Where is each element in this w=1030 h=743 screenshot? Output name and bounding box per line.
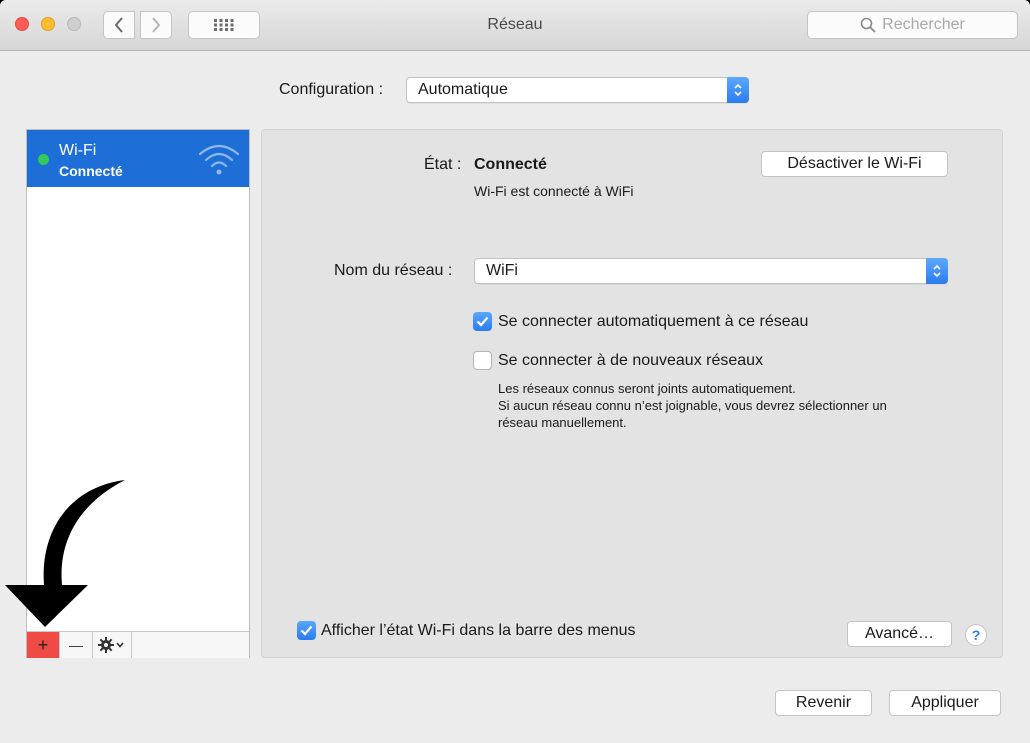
add-service-button[interactable]: + [27,632,60,658]
network-name-label: Nom du réseau : [334,262,453,279]
service-status: Connecté [59,163,123,179]
network-name-popup[interactable]: WiFi [474,258,948,284]
status-label: État : [424,156,462,173]
checkmark-icon [300,625,313,636]
ask-new-networks-checkbox[interactable] [473,351,492,370]
configuration-value: Automatique [418,81,508,98]
service-name: Wi-Fi [59,142,97,159]
auto-join-checkbox[interactable] [473,312,492,331]
advanced-button[interactable]: Avancé… [847,621,952,647]
service-toolbar: + — [27,631,249,658]
status-detail: Wi-Fi est connecté à WiFi [474,183,634,199]
service-item-wifi[interactable]: Wi-Fi Connecté [27,130,249,187]
search-field[interactable]: Rechercher [807,11,1018,39]
network-preferences-window: Réseau Rechercher Configuration : Automa… [0,0,1030,743]
remove-service-button[interactable]: — [60,632,93,658]
help-button[interactable]: ? [965,624,987,646]
ask-new-networks-label: Se connecter à de nouveaux réseaux [498,352,764,369]
apply-button[interactable]: Appliquer [889,690,1001,716]
title-bar: Réseau Rechercher [0,0,1030,51]
note-line: Si aucun réseau connu n’est joignable, v… [498,398,887,413]
wifi-icon [198,144,240,175]
updown-arrows-icon [727,77,749,103]
status-dot [38,154,49,165]
configuration-popup[interactable]: Automatique [406,77,749,103]
updown-arrows-icon [926,258,948,284]
disable-wifi-button[interactable]: Désactiver le Wi-Fi [761,151,948,177]
note-line: Les réseaux connus seront joints automat… [498,381,796,396]
revert-button[interactable]: Revenir [775,690,872,716]
network-name-value: WiFi [486,262,518,279]
pointer-arrow-icon [5,480,125,627]
configuration-label: Configuration : [279,81,384,98]
show-status-checkbox[interactable] [297,621,316,640]
show-status-label: Afficher l’état Wi-Fi dans la barre des … [321,622,636,639]
gear-icon [98,637,124,653]
note-line: réseau manuellement. [498,415,627,430]
status-value: Connecté [474,156,547,173]
action-menu-button[interactable] [93,632,132,658]
checkmark-icon [476,316,489,327]
search-icon [860,17,876,33]
auto-join-label: Se connecter automatiquement à ce réseau [498,313,809,330]
search-placeholder: Rechercher [882,16,965,33]
